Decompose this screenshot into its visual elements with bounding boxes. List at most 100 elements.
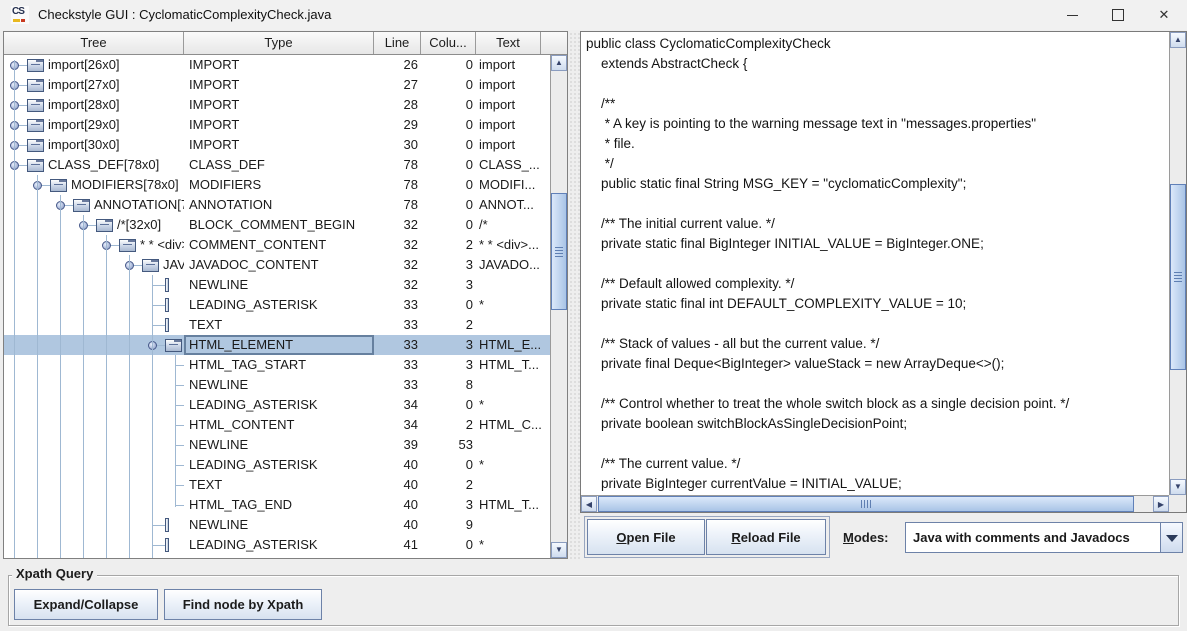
column-cell: 0 [421,75,476,95]
find-node-by-xpath-button[interactable]: Find node by Xpath [164,589,322,620]
scroll-up-icon[interactable]: ▲ [551,55,567,71]
type-cell: HTML_TAG_START [184,355,374,375]
scroll-down-icon[interactable]: ▼ [551,542,567,558]
tree-row[interactable]: import[30x0] IMPORT 30 0 import [4,135,550,155]
expanded-handle-icon[interactable] [56,201,65,210]
text-cell: * [476,395,550,415]
column-cell: 2 [421,475,476,495]
tree-row[interactable]: NEWLINE 33 8 [4,375,550,395]
type-cell: TEXT [184,315,374,335]
source-code-panel: public class CyclomaticComplexityCheck e… [580,31,1187,513]
expanded-handle-icon[interactable] [125,261,134,270]
modes-selected-value: Java with comments and Javadocs [913,523,1130,552]
tree-row[interactable]: import[29x0] IMPORT 29 0 import [4,115,550,135]
tree-scrollbar-thumb[interactable] [551,193,567,310]
tree-cell [4,275,184,295]
tree-row[interactable]: import[26x0] IMPORT 26 0 import [4,55,550,75]
tree-row[interactable]: import[28x0] IMPORT 28 0 import [4,95,550,115]
expanded-handle-icon[interactable] [79,221,88,230]
collapsed-handle-icon[interactable] [10,121,19,130]
type-cell: IMPORT [184,135,374,155]
code-vertical-scrollbar[interactable]: ▲ ▼ [1169,32,1186,495]
source-code-view[interactable]: public class CyclomaticComplexityCheck e… [582,33,1168,494]
tree-row[interactable]: HTML_TAG_START 33 3 HTML_T... [4,355,550,375]
tree-row[interactable]: NEWLINE 39 53 [4,435,550,455]
tree-row[interactable]: /*[32x0] BLOCK_COMMENT_BEGIN 32 0 /* [4,215,550,235]
line-cell: 32 [374,255,421,275]
column-header-column[interactable]: Colu... [421,32,476,54]
combo-arrow-button[interactable] [1160,523,1182,552]
scroll-right-icon[interactable]: ▶ [1153,496,1169,512]
tree-cell [4,335,184,355]
line-cell: 78 [374,195,421,215]
column-header-type[interactable]: Type [184,32,374,54]
tree-row[interactable]: NEWLINE 40 9 [4,515,550,535]
column-cell: 0 [421,95,476,115]
type-cell: NEWLINE [184,375,374,395]
tree-node-label: import[29x0] [48,115,120,135]
text-cell: CLASS_... [476,155,550,175]
tree-row[interactable]: import[27x0] IMPORT 27 0 import [4,75,550,95]
scroll-up-icon[interactable]: ▲ [1170,32,1186,48]
open-file-button[interactable]: Open File [587,519,705,555]
modes-combobox[interactable]: Java with comments and Javadocs [905,522,1183,553]
tree-row[interactable]: HTML_TAG_END 40 3 HTML_T... [4,495,550,515]
tree-row[interactable]: * * <div> COMMENT_CONTENT 32 2 * * <div>… [4,235,550,255]
expanded-handle-icon[interactable] [33,181,42,190]
reload-file-button[interactable]: Reload File [706,519,826,555]
column-header-text[interactable]: Text [476,32,541,54]
tree-row[interactable]: NEWLINE 32 3 [4,275,550,295]
split-pane-divider[interactable] [568,31,580,559]
text-cell [476,315,550,335]
code-toolbar: Open File Reload File Modes: Java with c… [580,513,1187,562]
leaf-icon [165,538,169,552]
maximize-button[interactable] [1095,0,1141,30]
folder-icon [142,259,159,272]
window-title: Checkstyle GUI : CyclomaticComplexityChe… [38,0,331,30]
tree-row[interactable]: MODIFIERS[78x0] MODIFIERS 78 0 MODIFI... [4,175,550,195]
text-cell: import [476,135,550,155]
collapsed-handle-icon[interactable] [10,81,19,90]
tree-row[interactable]: HTML_CONTENT 34 2 HTML_C... [4,415,550,435]
tree-row[interactable]: JAVADOC_CONTENT JAVADOC_CONTENT 32 3 JAV… [4,255,550,275]
collapsed-handle-icon[interactable] [10,141,19,150]
minimize-button[interactable] [1049,0,1095,30]
scroll-left-icon[interactable]: ◀ [581,496,597,512]
tree-row[interactable]: LEADING_ASTERISK 41 0 * [4,535,550,555]
collapsed-handle-icon[interactable] [10,61,19,70]
line-cell: 30 [374,135,421,155]
tree-row[interactable]: LEADING_ASTERISK 34 0 * [4,395,550,415]
tree-row[interactable]: LEADING_ASTERISK 33 0 * [4,295,550,315]
code-horizontal-scrollbar[interactable]: ◀ ▶ [581,495,1169,512]
tree-row[interactable]: ANNOTATION[78x0] ANNOTATION 78 0 ANNOT..… [4,195,550,215]
expanded-handle-icon[interactable] [10,161,19,170]
line-cell: 78 [374,175,421,195]
code-hscrollbar-thumb[interactable] [598,496,1134,512]
text-cell: HTML_T... [476,495,550,515]
text-cell: * [476,455,550,475]
close-button[interactable]: ✕ [1141,0,1187,30]
tree-row[interactable]: CLASS_DEF[78x0] CLASS_DEF 78 0 CLASS_... [4,155,550,175]
tree-cell [4,515,184,535]
tree-row[interactable]: LEADING_ASTERISK 40 0 * [4,455,550,475]
chevron-down-icon [1166,535,1178,542]
scroll-down-icon[interactable]: ▼ [1170,479,1186,495]
column-header-line[interactable]: Line [374,32,421,54]
expanded-handle-icon[interactable] [148,341,157,350]
tree-cell [4,315,184,335]
collapsed-handle-icon[interactable] [10,101,19,110]
text-cell: HTML_T... [476,355,550,375]
tree-vertical-scrollbar[interactable]: ▲ ▼ [550,55,567,558]
column-cell: 3 [421,335,476,355]
tree-row[interactable]: TEXT 33 2 [4,315,550,335]
expanded-handle-icon[interactable] [102,241,111,250]
type-cell: IMPORT [184,75,374,95]
column-cell: 2 [421,235,476,255]
column-header-tree[interactable]: Tree [4,32,184,54]
text-cell: HTML_E... [476,335,550,355]
tree-row[interactable]: HTML_ELEMENT 33 3 HTML_E... [4,335,550,355]
line-cell: 40 [374,455,421,475]
tree-row[interactable]: TEXT 40 2 [4,475,550,495]
code-scrollbar-thumb[interactable] [1170,184,1186,370]
expand-collapse-button[interactable]: Expand/Collapse [14,589,158,620]
